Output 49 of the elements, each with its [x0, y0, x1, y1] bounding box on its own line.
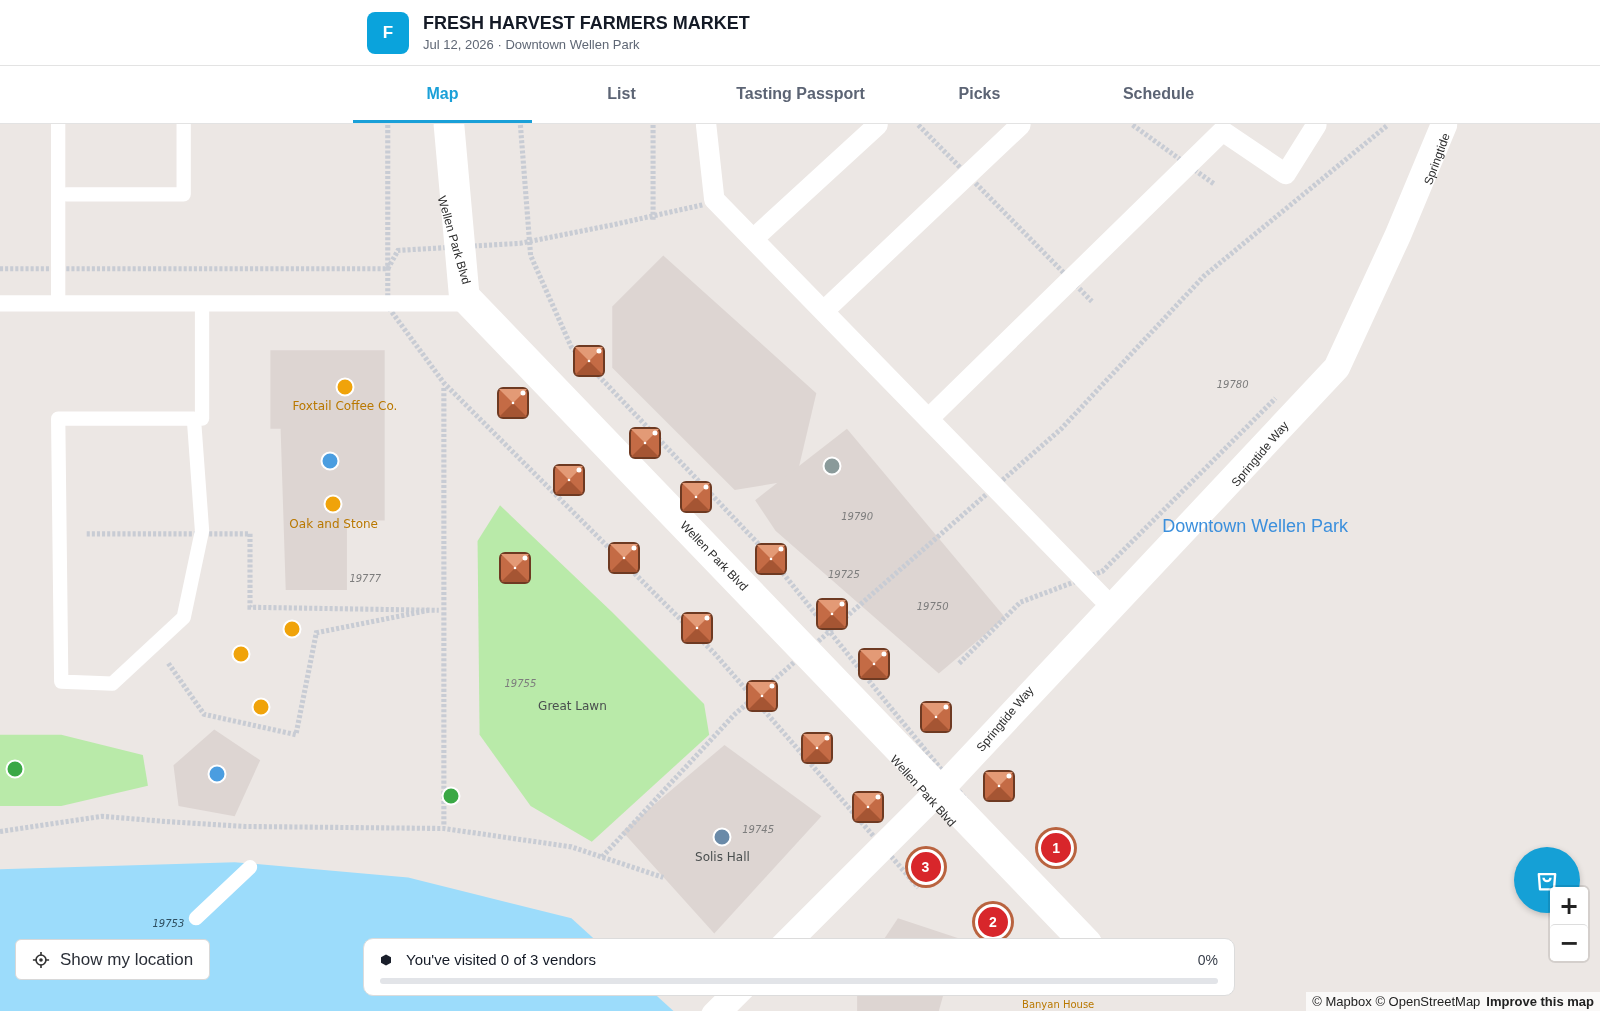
vendor-tent-icon[interactable] — [498, 550, 533, 585]
vendor-tent-icon[interactable] — [679, 610, 714, 645]
market-subtitle: Jul 12, 2026 · Downtown Wellen Park — [423, 37, 641, 52]
numbered-vendor-pin[interactable]: 2 — [974, 904, 1011, 941]
place-label: Oak and Stone — [289, 516, 378, 531]
nav-tab[interactable]: Tasting Passport — [711, 66, 890, 123]
visited-count: You've visited 0 of 3 vendors — [406, 951, 597, 968]
vendor-tent-icon[interactable] — [552, 462, 587, 497]
address-number: 19745 — [742, 823, 775, 834]
place-label: Banyan House — [1022, 998, 1095, 1010]
zoom-out-button[interactable]: − — [1550, 924, 1588, 961]
numbered-vendor-pin[interactable]: 1 — [1038, 829, 1075, 866]
nav-tab[interactable]: Schedule — [1069, 66, 1248, 123]
numbered-vendor-pin[interactable]: 3 — [907, 849, 944, 886]
street-label: Wellen Park Blvd — [434, 194, 474, 286]
improve-map-link[interactable]: Improve this map — [1486, 994, 1594, 1009]
vendor-tent-icon[interactable] — [607, 541, 642, 576]
vendor-tent-icon[interactable] — [981, 768, 1016, 803]
address-number: 19753 — [152, 917, 185, 929]
nav-tab[interactable]: List — [532, 66, 711, 123]
vendor-tent-icon[interactable] — [627, 426, 662, 461]
address-number: 19750 — [916, 600, 949, 612]
address-number: 19790 — [841, 510, 874, 521]
vendor-tent-icon[interactable] — [800, 730, 835, 765]
place-label: Solis Hall — [695, 850, 750, 865]
place-label: Great Lawn — [538, 699, 607, 714]
address-number: 19780 — [1216, 378, 1249, 390]
vendor-tent-icon[interactable] — [857, 647, 892, 682]
vendor-tent-icon[interactable] — [496, 386, 531, 421]
nav-tab[interactable]: Picks — [890, 66, 1069, 123]
address-number: 19755 — [504, 677, 537, 689]
vendor-tent-icon[interactable] — [814, 597, 849, 632]
map-attribution: © Mapbox © OpenStreetMap — [1312, 994, 1481, 1009]
vendor-tent-icon[interactable] — [571, 343, 606, 378]
address-number: 19725 — [827, 568, 860, 580]
vendor-tent-icon[interactable] — [851, 790, 886, 825]
hexagon-icon — [380, 953, 392, 966]
market-title: FRESH HARVEST FARMERS MARKET — [423, 13, 750, 34]
place-label: Foxtail Coffee Co. — [292, 399, 398, 414]
location-target-icon — [32, 950, 50, 969]
app-logo: F — [367, 11, 409, 54]
vendor-tent-icon[interactable] — [754, 542, 789, 577]
vendor-tent-icon[interactable] — [678, 480, 713, 515]
address-number: 19777 — [349, 572, 382, 584]
show-location-button[interactable]: Show my location — [15, 939, 211, 980]
vendor-tent-icon[interactable] — [745, 678, 780, 713]
vendor-tent-icon[interactable] — [918, 700, 953, 735]
progress-percent: 0% — [1197, 951, 1218, 968]
area-label: Downtown Wellen Park — [1162, 515, 1348, 537]
